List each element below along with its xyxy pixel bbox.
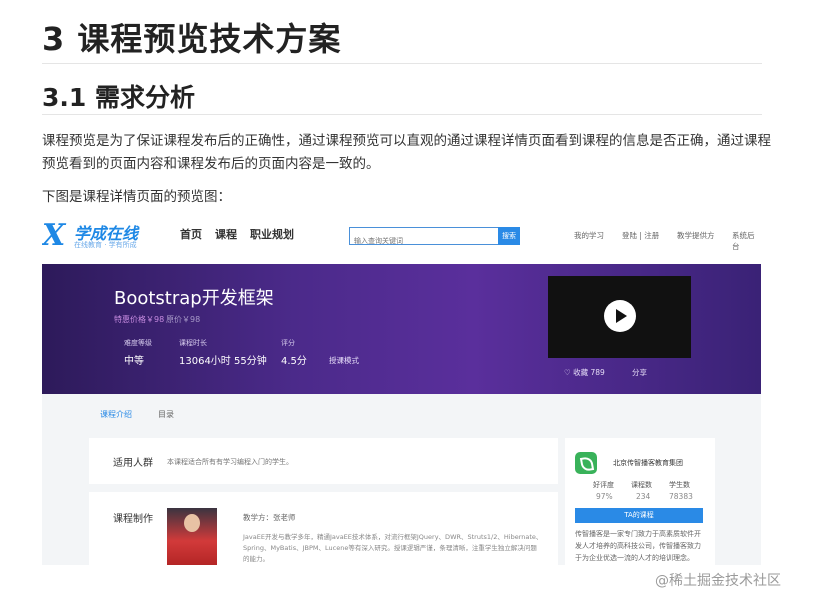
teacher-desc: JavaEE开发与教学多年，精通JavaEE技术体系，对流行框架JQuery、D… <box>243 533 543 563</box>
share-button[interactable]: 分享 <box>632 367 647 378</box>
audience-title: 适用人群 <box>113 458 153 469</box>
site-navbar: X 学成在线 在线教育 · 学有所成 首页 课程 职业规划 搜索 我的学习 登陆… <box>42 208 761 264</box>
audience-card: 适用人群 本课程适合所有有学习编程入门的学生。 <box>89 438 558 484</box>
watermark: @稀土掘金技术社区 <box>655 573 781 589</box>
play-icon[interactable] <box>604 300 636 332</box>
meta-value-rating: 4.5分 <box>281 356 307 367</box>
course-tabs: 课程介绍 目录 <box>42 394 761 434</box>
production-card: 课程制作 教学方：张老师 JavaEE开发与教学多年，精通JavaEE技术体系，… <box>89 492 558 565</box>
my-learning-link[interactable]: 我的学习 <box>574 230 604 241</box>
organization-card: 北京传智播客教育集团 好评度 97% 课程数 234 学生数 78383 TA的… <box>565 438 715 565</box>
divider <box>42 114 762 115</box>
original-price: 原价￥98 <box>166 315 201 324</box>
page-heading-2: 3.1 需求分析 <box>42 83 195 112</box>
divider <box>42 63 762 64</box>
teacher-avatar <box>167 508 217 565</box>
intro-paragraph: 课程预览是为了保证课程发布后的正确性，通过课程预览可以直观的通过课程详情页面看到… <box>42 133 771 172</box>
meta-label-rating: 评分 <box>281 339 295 347</box>
page-heading-1: 3 课程预览技术方案 <box>42 20 342 58</box>
video-player[interactable] <box>548 276 691 358</box>
teaching-provider-link[interactable]: 教学提供方 <box>677 230 715 241</box>
tab-intro[interactable]: 课程介绍 <box>100 409 132 420</box>
login-register-link[interactable]: 登陆 | 注册 <box>622 230 659 241</box>
course-preview-screenshot: X 学成在线 在线教育 · 学有所成 首页 课程 职业规划 搜索 我的学习 登陆… <box>42 208 761 565</box>
avatar-head <box>184 514 200 532</box>
organization-name: 北京传智播客教育集团 <box>613 459 683 467</box>
stat-label-courses: 课程数 <box>631 481 652 489</box>
search-button[interactable]: 搜索 <box>498 227 520 245</box>
stat-value-courses: 234 <box>636 492 651 501</box>
stat-label-rating: 好评度 <box>593 481 614 489</box>
course-banner: Bootstrap开发框架 特惠价格￥98 原价￥98 难度等级 中等 课程时长… <box>42 264 761 394</box>
course-title: Bootstrap开发框架 <box>114 288 274 309</box>
organization-logo-icon <box>575 452 597 474</box>
search-input[interactable] <box>350 234 498 248</box>
stat-value-rating: 97% <box>596 492 613 501</box>
logo-slogan: 在线教育 · 学有所成 <box>74 241 137 249</box>
site-logo[interactable]: X 学成在线 在线教育 · 学有所成 <box>42 216 152 254</box>
nav-courses[interactable]: 课程 <box>215 226 237 242</box>
ta-courses-button[interactable]: TA的课程 <box>575 508 703 523</box>
favorite-button[interactable]: ♡ 收藏 789 <box>564 367 605 378</box>
special-price: 特惠价格￥98 <box>114 315 165 324</box>
nav-home[interactable]: 首页 <box>180 226 202 242</box>
audience-desc: 本课程适合所有有学习编程入门的学生。 <box>167 458 293 466</box>
meta-label-difficulty: 难度等级 <box>124 339 152 347</box>
tab-catalog[interactable]: 目录 <box>158 409 174 420</box>
meta-label-duration: 课程时长 <box>179 339 207 347</box>
meta-value-duration: 13064小时 55分钟 <box>179 356 267 367</box>
stat-value-students: 78383 <box>669 492 693 501</box>
logo-mark-icon: X <box>42 218 66 253</box>
system-admin-link[interactable]: 系统后台 <box>732 230 761 252</box>
stat-label-students: 学生数 <box>669 481 690 489</box>
nav-career[interactable]: 职业规划 <box>250 226 294 242</box>
teacher-name: 教学方：张老师 <box>243 513 296 522</box>
search-box <box>349 227 499 248</box>
production-title: 课程制作 <box>113 514 153 525</box>
teaching-mode-button[interactable]: 授课模式 <box>329 355 359 366</box>
meta-value-difficulty: 中等 <box>124 356 144 367</box>
preview-caption: 下图是课程详情页面的预览图： <box>42 189 231 205</box>
organization-desc: 传智播客是一家专门致力于高素质软件开发人才培养的高科技公司，传智播客致力于为企业… <box>575 530 701 562</box>
